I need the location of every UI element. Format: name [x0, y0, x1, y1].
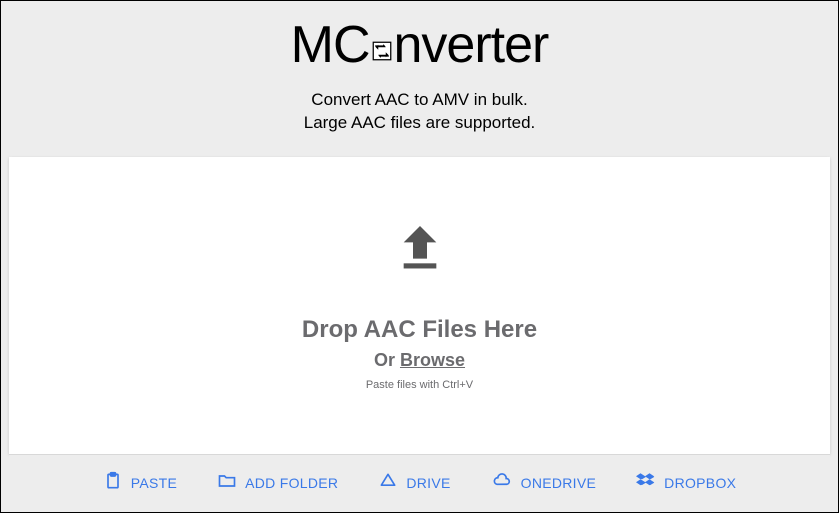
logo-text-right: nverter — [394, 15, 549, 75]
subtitle-line-1: Convert AAC to AMV in bulk. — [1, 89, 838, 112]
onedrive-icon — [491, 471, 513, 494]
onedrive-button[interactable]: ONEDRIVE — [491, 471, 597, 494]
header: MC nverter Convert AAC to AMV in bulk. L… — [1, 1, 838, 157]
clipboard-icon — [103, 471, 123, 494]
footer-actions: PASTE ADD FOLDER DRIVE — [9, 454, 830, 512]
onedrive-label: ONEDRIVE — [521, 475, 597, 491]
dropbox-button[interactable]: DROPBOX — [636, 471, 736, 494]
add-folder-button[interactable]: ADD FOLDER — [217, 471, 338, 494]
paste-button[interactable]: PASTE — [103, 471, 177, 494]
paste-hint: Paste files with Ctrl+V — [366, 379, 473, 391]
dropzone[interactable]: Drop AAC Files Here Or Browse Paste file… — [9, 157, 830, 454]
browse-link[interactable]: Browse — [400, 350, 465, 370]
drive-button[interactable]: DRIVE — [378, 471, 450, 494]
upload-icon — [392, 219, 448, 280]
or-text: Or — [374, 350, 400, 370]
or-browse-line: Or Browse — [374, 350, 465, 371]
add-folder-label: ADD FOLDER — [245, 475, 338, 491]
logo-text-left: MC — [291, 15, 370, 75]
swap-icon — [367, 36, 397, 66]
paste-label: PASTE — [131, 475, 177, 491]
drive-label: DRIVE — [406, 475, 450, 491]
dropbox-icon — [636, 471, 656, 494]
drop-title: Drop AAC Files Here — [302, 316, 537, 344]
logo: MC nverter — [291, 15, 549, 75]
google-drive-icon — [378, 471, 398, 494]
subtitle: Convert AAC to AMV in bulk. Large AAC fi… — [1, 89, 838, 135]
dropbox-label: DROPBOX — [664, 475, 736, 491]
subtitle-line-2: Large AAC files are supported. — [1, 112, 838, 135]
app-frame: MC nverter Convert AAC to AMV in bulk. L… — [0, 0, 839, 513]
folder-icon — [217, 471, 237, 494]
